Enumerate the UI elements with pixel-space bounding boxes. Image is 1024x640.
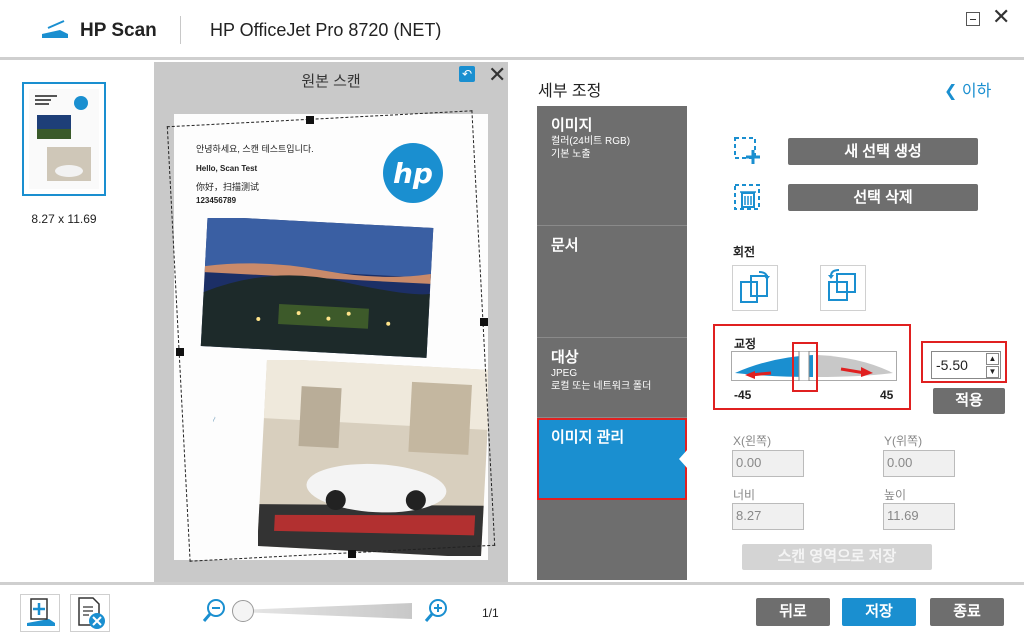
rotate-left-icon [740,271,770,303]
slider-thumb-highlight [792,342,818,392]
save-button[interactable]: 저장 [842,598,916,626]
chevron-left-icon: ❮ [944,83,958,100]
nav-item-sub: 기본 노출 [551,149,591,160]
active-pointer [679,449,688,469]
nav-item-title: 문서 [551,237,579,254]
title-bar: HP Scan HP OfficeJet Pro 8720 (NET) ✕ [0,0,1024,60]
y-label: Y(위쪽) [884,434,923,448]
zoom-in-icon[interactable] [424,598,448,624]
x-label: X(왼쪽) [733,434,772,448]
exit-button[interactable]: 종료 [930,598,1004,626]
add-page-button[interactable] [20,594,60,632]
nav-item-image[interactable]: 이미지 컬러(24비트 RGB) 기본 노출 [537,106,687,226]
collapse-link-label: 이하 [961,83,992,100]
new-selection-button[interactable]: 새 선택 생성 [788,138,978,165]
x-field[interactable]: 0.00 [732,450,804,477]
preview-close-icon[interactable]: ✕ [488,62,506,88]
stepper-down-icon[interactable]: ▼ [986,366,999,378]
collapse-link[interactable]: ❮ 이하 [944,77,991,101]
width-field[interactable]: 8.27 [732,503,804,530]
nav-item-title: 대상 [551,349,579,366]
crop-handle-top[interactable] [306,116,314,124]
rotate-label: 회전 [733,245,756,259]
straighten-label: 교정 [734,337,757,351]
slider-max-label: 45 [880,388,894,402]
save-region-button[interactable]: 스캔 영역으로 저장 [742,544,932,570]
undo-icon[interactable]: ↶ [459,66,475,82]
minimize-icon[interactable] [966,12,980,26]
nav-item-sub: 로컬 또는 네트워크 폴더 [551,381,652,392]
page-thumbnail[interactable] [22,82,106,196]
delete-selection-button[interactable]: 선택 삭제 [788,184,978,211]
add-page-icon [27,598,55,626]
preview-title: 원본 스캔 [301,73,361,90]
width-label: 너비 [733,488,756,502]
crop-selection[interactable] [166,110,496,562]
height-field[interactable]: 11.69 [883,503,955,530]
new-selection-icon[interactable] [733,136,763,166]
nav-item-title: 이미지 [551,117,593,134]
nav-item-title: 이미지 관리 [551,429,625,446]
device-name: HP OfficeJet Pro 8720 (NET) [210,20,442,40]
angle-value: -5.50 [936,357,968,373]
delete-page-icon [78,597,105,629]
zoom-out-icon[interactable] [202,598,226,624]
delete-selection-icon[interactable] [733,183,763,213]
app-name: HP Scan [80,20,157,41]
zoom-slider-thumb[interactable] [232,600,254,622]
window-close-icon[interactable]: ✕ [992,6,1010,28]
crop-handle-bottom[interactable] [348,550,356,558]
category-nav: 이미지 컬러(24비트 RGB) 기본 노출 문서 대상 JPEG 로컬 또는 … [537,106,687,580]
apply-button[interactable]: 적용 [933,388,1005,414]
stepper-up-icon[interactable]: ▲ [986,353,999,365]
page-count: 1/1 [482,606,499,620]
rotate-right-icon [828,269,856,301]
height-label: 높이 [884,488,907,502]
rotate-left-button[interactable] [732,265,778,311]
crop-handle-right[interactable] [480,318,488,326]
crop-handle-left[interactable] [176,348,184,356]
rotate-right-button[interactable] [820,265,866,311]
detail-title: 세부 조정 [538,83,602,100]
thumbnail-size-label: 8.27 x 11.69 [31,212,97,226]
back-button[interactable]: 뒤로 [756,598,830,626]
nav-item-sub: JPEG [551,368,578,379]
angle-stepper[interactable]: -5.50 ▲ ▼ [931,351,1001,379]
nav-item-destination[interactable]: 대상 JPEG 로컬 또는 네트워크 폴더 [537,338,687,418]
y-field[interactable]: 0.00 [883,450,955,477]
nav-item-sub: 컬러(24비트 RGB) [551,136,631,147]
title-separator [180,16,181,44]
scanner-logo-icon [42,20,68,38]
slider-min-label: -45 [734,388,752,402]
thumbnail-image [29,89,99,189]
delete-page-button[interactable] [70,594,110,632]
nav-item-document[interactable]: 문서 [537,226,687,338]
nav-item-image-management[interactable]: 이미지 관리 [537,418,687,500]
